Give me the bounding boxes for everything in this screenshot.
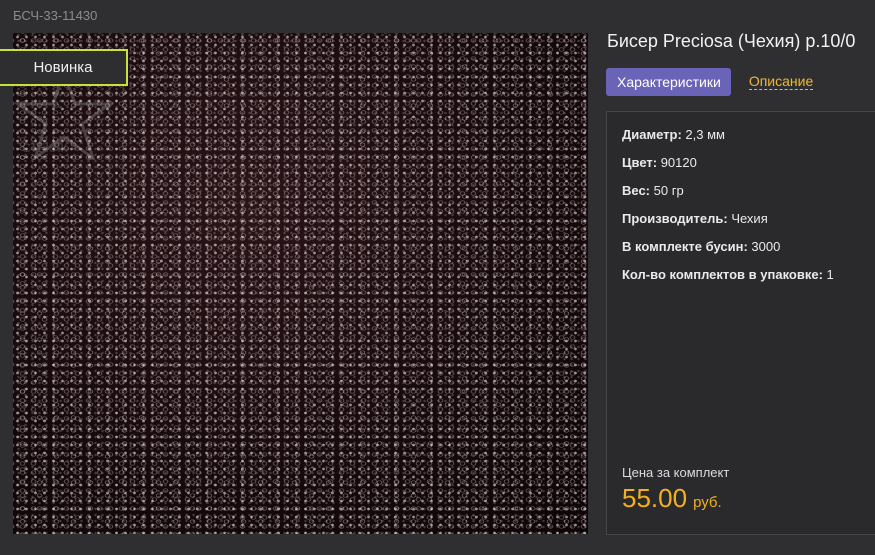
spec-label: Цвет: <box>622 155 658 170</box>
spec-label: Диаметр: <box>622 127 682 142</box>
spec-label: В комплекте бусин: <box>622 239 748 254</box>
spec-value: 3000 <box>751 239 781 254</box>
spec-row: Вес: 50 гр <box>622 183 834 211</box>
spec-row: Диаметр: 2,3 мм <box>622 127 834 155</box>
spec-row: В комплекте бусин: 3000 <box>622 239 834 267</box>
spec-value: 2,3 мм <box>685 127 725 142</box>
price: 55.00 руб. <box>622 483 722 514</box>
spec-value: 50 гр <box>653 183 684 198</box>
spec-label: Кол-во комплектов в упаковке: <box>622 267 823 282</box>
new-badge: Новинка <box>0 49 128 86</box>
tab-description[interactable]: Описание <box>748 74 814 90</box>
tab-characteristics[interactable]: Характеристики <box>606 68 731 96</box>
spec-row: Производитель: Чехия <box>622 211 834 239</box>
specs-list: Диаметр: 2,3 мм Цвет: 90120 Вес: 50 гр П… <box>622 127 834 295</box>
spec-label: Производитель: <box>622 211 728 226</box>
product-sku: БСЧ-33-11430 <box>13 8 98 23</box>
price-label: Цена за комплект <box>622 465 730 480</box>
price-currency: руб. <box>693 494 722 511</box>
spec-value: 90120 <box>660 155 697 170</box>
price-value: 55.00 <box>622 483 688 513</box>
spec-row: Кол-во комплектов в упаковке: 1 <box>622 267 834 295</box>
product-title: Бисер Preciosa (Чехия) р.10/0 <box>607 31 856 51</box>
spec-value: Чехия <box>731 211 768 226</box>
specs-panel: Диаметр: 2,3 мм Цвет: 90120 Вес: 50 гр П… <box>606 111 875 535</box>
spec-label: Вес: <box>622 183 651 198</box>
watermark-text: СТЕКЛК <box>22 141 67 155</box>
spec-value: 1 <box>826 267 834 282</box>
product-tabs: Характеристики Описание <box>606 68 814 96</box>
spec-row: Цвет: 90120 <box>622 155 834 183</box>
